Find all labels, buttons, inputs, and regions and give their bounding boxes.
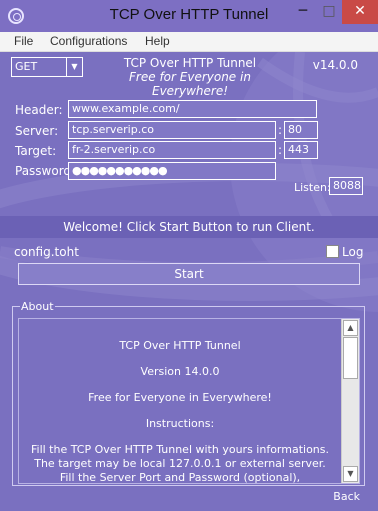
about-line: Version 14.0.0 bbox=[140, 365, 220, 378]
back-link[interactable]: Back bbox=[333, 490, 360, 503]
minimize-button[interactable]: ─ bbox=[290, 0, 316, 24]
target-port-input[interactable]: 443 bbox=[284, 141, 318, 159]
main-panel: GET ▼ TCP Over HTTP Tunnel Free for Ever… bbox=[0, 52, 378, 511]
about-line: Fill the Server Port and Password (optio… bbox=[59, 471, 301, 484]
start-button[interactable]: Start bbox=[18, 263, 360, 285]
server-port-input[interactable]: 80 bbox=[284, 121, 318, 139]
listen-label: Listen: bbox=[294, 181, 331, 194]
menu-help[interactable]: Help bbox=[145, 34, 170, 48]
target-input[interactable]: fr-2.serverip.co bbox=[68, 141, 276, 159]
app-tagline: Free for Everyone in Everywhere! bbox=[129, 70, 251, 98]
close-button[interactable]: ✕ bbox=[342, 0, 378, 24]
about-line: The target may be local 127.0.0.1 or ext… bbox=[34, 457, 326, 470]
about-line: TCP Over HTTP Tunnel bbox=[119, 339, 241, 352]
about-line: Instructions: bbox=[145, 417, 215, 430]
maximize-button[interactable]: □ bbox=[316, 0, 342, 24]
password-label: Password: bbox=[15, 164, 76, 178]
about-line: Fill the TCP Over HTTP Tunnel with yours… bbox=[30, 443, 330, 456]
menu-configurations[interactable]: Configurations bbox=[50, 34, 127, 48]
server-input[interactable]: tcp.serverip.co bbox=[68, 121, 276, 139]
target-label: Target: bbox=[15, 144, 57, 158]
target-colon: : bbox=[278, 143, 283, 157]
title-bar: TCP Over HTTP Tunnel ─ □ ✕ bbox=[0, 0, 378, 32]
app-name: TCP Over HTTP Tunnel bbox=[123, 56, 257, 70]
server-label: Server: bbox=[15, 124, 59, 138]
scroll-down-icon[interactable]: ▼ bbox=[343, 466, 358, 482]
log-label: Log bbox=[342, 245, 364, 259]
scroll-thumb[interactable] bbox=[343, 337, 358, 379]
about-scrollbar[interactable]: ▲ ▼ bbox=[341, 319, 359, 483]
method-value: GET bbox=[15, 60, 38, 73]
status-message: Welcome! Click Start Button to run Clien… bbox=[0, 216, 378, 238]
menu-bar: File Configurations Help bbox=[0, 32, 378, 52]
app-version: v14.0.0 bbox=[312, 58, 358, 72]
config-filename: config.toht bbox=[14, 245, 79, 259]
menu-file[interactable]: File bbox=[14, 34, 33, 48]
method-select[interactable]: GET ▼ bbox=[11, 57, 83, 77]
scroll-up-icon[interactable]: ▲ bbox=[343, 320, 358, 336]
about-textarea[interactable]: TCP Over HTTP Tunnel Version 14.0.0 Free… bbox=[18, 318, 360, 484]
header-label: Header: bbox=[15, 103, 63, 117]
password-input[interactable]: ●●●●●●●●●●● bbox=[68, 162, 276, 180]
about-legend: About bbox=[20, 300, 55, 313]
chevron-down-icon[interactable]: ▼ bbox=[66, 58, 82, 76]
listen-port-input[interactable]: 8088 bbox=[329, 177, 363, 195]
log-checkbox[interactable] bbox=[326, 245, 339, 258]
about-line: Free for Everyone in Everywhere! bbox=[88, 391, 272, 404]
header-input[interactable]: www.example.com/ bbox=[68, 100, 317, 118]
server-colon: : bbox=[278, 123, 283, 137]
